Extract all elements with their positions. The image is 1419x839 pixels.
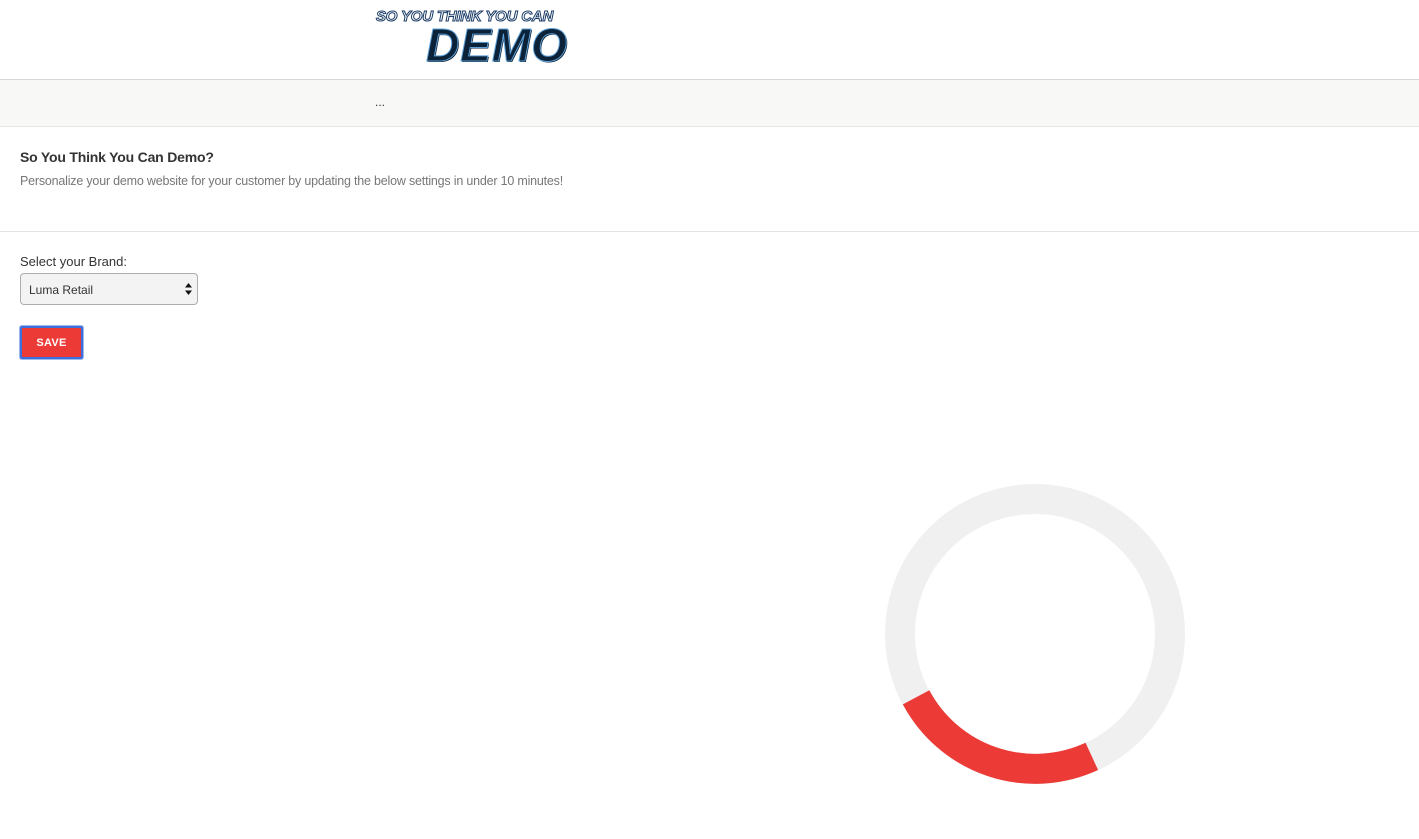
up-down-arrows-icon [185, 283, 192, 295]
intro-section: So You Think You Can Demo? Personalize y… [0, 127, 1419, 232]
page-title: So You Think You Can Demo? [20, 149, 214, 165]
site-logo[interactable]: SO YOU THINK YOU CAN DEMO [374, 6, 596, 72]
brand-select[interactable]: Luma Retail [20, 273, 198, 305]
breadcrumb-bar: ... [0, 80, 1419, 127]
brand-select-value: Luma Retail [29, 283, 94, 297]
save-button[interactable]: SAVE [20, 326, 83, 359]
page-subtitle: Personalize your demo website for your c… [20, 174, 564, 188]
loading-spinner-icon [885, 484, 1185, 784]
spinner-arc [902, 689, 1099, 784]
logo-wordmark: DEMO [426, 19, 568, 71]
brand-form: Select your Brand: Luma Retail SAVE [20, 254, 198, 359]
breadcrumb: ... [375, 95, 386, 109]
brand-select-label: Select your Brand: [20, 254, 127, 269]
site-header: SO YOU THINK YOU CAN DEMO [0, 0, 1419, 80]
